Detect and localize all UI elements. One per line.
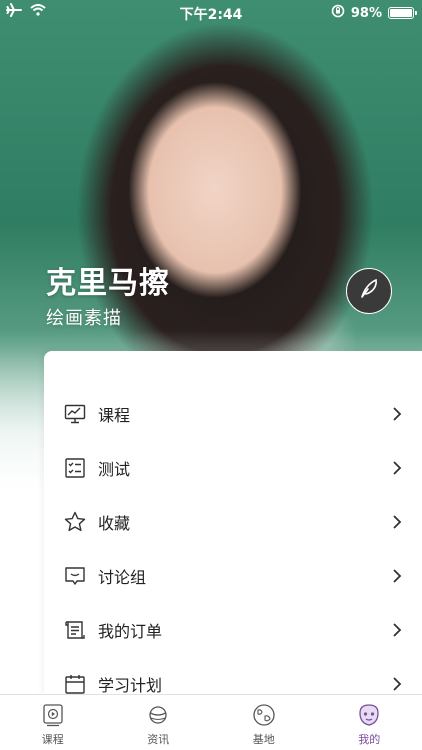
- menu-item-favorites[interactable]: 收藏: [44, 495, 422, 549]
- edit-profile-button[interactable]: [346, 268, 392, 314]
- profile-name: 克里马擦: [46, 266, 170, 301]
- battery-icon: [388, 7, 417, 19]
- status-bar: 下午2:44 98%: [0, 0, 422, 24]
- chevron-right-icon: [392, 568, 402, 584]
- menu-item-tests[interactable]: 测试: [44, 441, 422, 495]
- chat-bubble-icon: [63, 564, 87, 588]
- menu-label: 学习计划: [98, 676, 163, 695]
- chevron-right-icon: [392, 676, 402, 692]
- chevron-right-icon: [392, 406, 402, 422]
- menu-item-study-plan[interactable]: 学习计划: [44, 657, 422, 696]
- battery-percentage: 98%: [350, 5, 382, 21]
- planet-icon: [144, 701, 172, 729]
- tab-bar: 课程 资讯 基地 我的: [0, 694, 422, 750]
- menu-label: 我的订单: [98, 622, 163, 641]
- menu-label: 测试: [98, 460, 131, 479]
- course-monitor-icon: [63, 402, 87, 426]
- tab-label: 资讯: [147, 733, 170, 746]
- menu-item-my-orders[interactable]: 我的订单: [44, 603, 422, 657]
- star-icon: [63, 510, 87, 534]
- tab-courses[interactable]: 课程: [0, 695, 106, 750]
- rotation-lock-icon: [331, 4, 345, 22]
- feather-pen-icon: [356, 276, 382, 306]
- order-scroll-icon: [63, 618, 87, 642]
- menu-label: 收藏: [98, 514, 131, 533]
- tab-news[interactable]: 资讯: [106, 695, 212, 750]
- course-tab-icon: [39, 701, 67, 729]
- chevron-right-icon: [392, 460, 402, 476]
- profile-subtitle: 绘画素描: [46, 308, 122, 329]
- calendar-icon: [63, 672, 87, 696]
- chevron-right-icon: [392, 622, 402, 638]
- tab-label: 我的: [358, 733, 381, 746]
- menu-label: 课程: [98, 406, 131, 425]
- tab-label: 课程: [41, 733, 64, 746]
- tab-label: 基地: [252, 733, 275, 746]
- profile-menu-card: 课程 测试 收藏 讨论组 我的订单 学习计划: [44, 351, 422, 696]
- profile-face-icon: [355, 701, 383, 729]
- tab-base[interactable]: 基地: [211, 695, 317, 750]
- test-checklist-icon: [63, 456, 87, 480]
- chevron-right-icon: [392, 514, 402, 530]
- menu-item-courses[interactable]: 课程: [44, 387, 422, 441]
- menu-item-discussion-group[interactable]: 讨论组: [44, 549, 422, 603]
- tab-mine[interactable]: 我的: [317, 695, 422, 750]
- menu-label: 讨论组: [98, 568, 147, 587]
- globe-icon: [250, 701, 278, 729]
